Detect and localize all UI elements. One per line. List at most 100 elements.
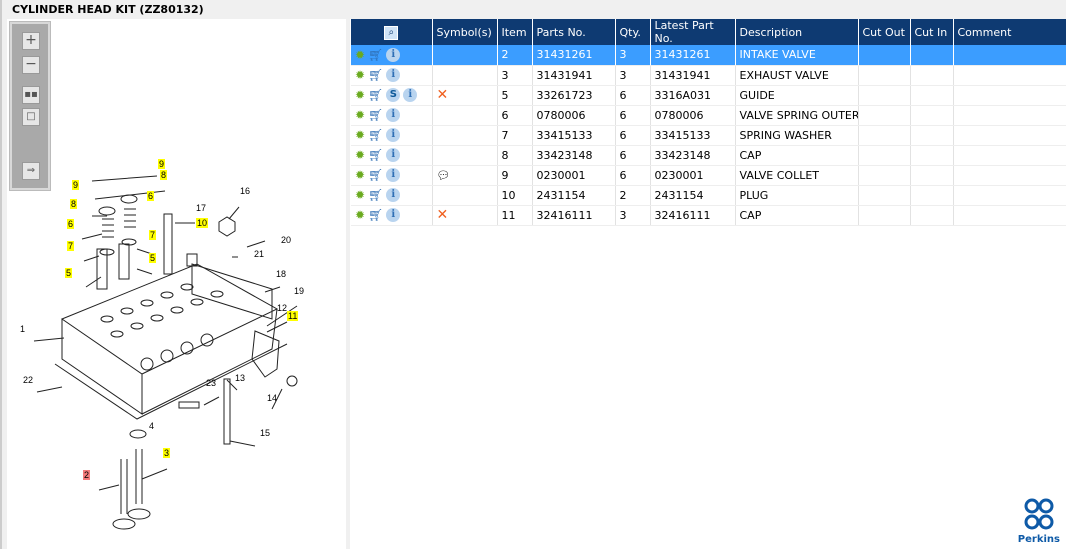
search-parts-icon[interactable]: ⌕ [384, 25, 399, 40]
symbols-cell [432, 185, 498, 206]
callout-13[interactable]: 13 [234, 373, 246, 383]
column-header[interactable]: Comment [953, 19, 1066, 45]
cart-icon[interactable]: 🛒︎ [368, 168, 383, 182]
table-row[interactable]: ✹ 🛒︎ i 2 31431261 3 31431261 INTAKE VALVE [351, 45, 1066, 66]
symbols-cell [432, 145, 498, 166]
callout-21[interactable]: 21 [253, 249, 265, 259]
info-icon[interactable]: i [403, 88, 418, 102]
qty-cell: 3 [615, 65, 651, 86]
cart-icon[interactable]: 🛒︎ [368, 188, 383, 202]
callout-19[interactable]: 19 [293, 286, 305, 296]
info-icon[interactable]: i [386, 108, 401, 122]
callout-14[interactable]: 14 [266, 393, 278, 403]
cart-icon[interactable]: 🛒︎ [368, 48, 383, 62]
column-header[interactable]: Item [497, 19, 533, 45]
column-header[interactable]: Qty. [615, 19, 651, 45]
cut-out-cell [858, 125, 911, 146]
cart-icon[interactable]: 🛒︎ [368, 148, 383, 162]
callout-7[interactable]: 7 [149, 230, 157, 240]
callout-20[interactable]: 20 [280, 235, 292, 245]
table-row[interactable]: ✹ 🛒︎ i 8 33423148 6 33423148 CAP [351, 145, 1066, 166]
column-header[interactable]: Latest Part No. [650, 19, 736, 45]
callout-16[interactable]: 16 [239, 186, 251, 196]
info-icon[interactable]: i [386, 47, 401, 62]
callout-5[interactable]: 5 [149, 253, 157, 263]
column-header[interactable]: Symbol(s) [432, 19, 498, 45]
export-icon[interactable]: ⇒ [22, 162, 40, 180]
column-header[interactable]: Cut Out [858, 19, 911, 45]
column-header-search[interactable]: ⌕ [351, 19, 433, 45]
zoom-out-icon[interactable]: − [22, 56, 40, 74]
callout-23[interactable]: 23 [205, 378, 217, 388]
qty-cell: 6 [615, 105, 651, 126]
callout-4[interactable]: 4 [148, 421, 155, 431]
column-header[interactable]: Cut In [910, 19, 954, 45]
gear-icon[interactable]: ✹ [355, 48, 365, 62]
column-header[interactable]: Description [735, 19, 859, 45]
gear-icon[interactable]: ✹ [355, 168, 365, 182]
gear-icon[interactable]: ✹ [355, 88, 365, 102]
callout-9[interactable]: 9 [158, 159, 166, 169]
callout-10[interactable]: 10 [196, 218, 209, 228]
symbols-cell [432, 125, 498, 146]
callout-15[interactable]: 15 [259, 428, 271, 438]
callout-18[interactable]: 18 [275, 269, 287, 279]
parts-list-panel: ⌕ Symbol(s) Item Parts No. Qty. Latest Part N… [350, 19, 1066, 549]
cart-icon[interactable]: 🛒︎ [368, 128, 383, 142]
info-icon[interactable]: i [386, 168, 401, 182]
info-icon[interactable]: i [386, 148, 401, 162]
diagram-panel[interactable]: 9 8 9 8 6 6 7 7 5 5 10 17 16 20 21 18 19 12 11 1 22 13 23 14 4 15… [7, 19, 346, 549]
cart-icon[interactable]: 🛒︎ [368, 108, 383, 122]
column-header[interactable]: Parts No. [532, 19, 616, 45]
cross-icon: ✕ [436, 87, 449, 103]
info-icon[interactable]: i [386, 68, 401, 82]
table-row[interactable]: ✹ 🛒︎ i 7 33415133 6 33415133 SPRING WASHER [351, 125, 1066, 146]
info-icon[interactable]: i [386, 208, 401, 222]
cut-in-cell [910, 105, 954, 126]
row-actions: ✹ 🛒︎ i [351, 105, 433, 126]
callout-3[interactable]: 3 [163, 448, 171, 458]
gear-icon[interactable]: ✹ [355, 188, 365, 202]
table-row[interactable]: ✹ 🛒︎ i 6 0780006 6 0780006 VALVE SPRING OU… [351, 105, 1066, 126]
table-row[interactable]: ✹ 🛒︎ i ✕ 11 32416111 3 32416111 CAP [351, 205, 1066, 226]
fit-icon[interactable]: ▪▪ [22, 86, 40, 104]
callout-7[interactable]: 7 [67, 241, 75, 251]
part-number-cell: 0230001 [532, 165, 616, 186]
cart-icon[interactable]: 🛒︎ [368, 208, 383, 222]
cart-icon[interactable]: 🛒︎ [368, 88, 383, 102]
callout-6[interactable]: 6 [147, 191, 155, 201]
gear-icon[interactable]: ✹ [355, 68, 365, 82]
callout-5[interactable]: 5 [65, 268, 73, 278]
callout-8[interactable]: 8 [70, 199, 78, 209]
callout-8[interactable]: 8 [160, 170, 168, 180]
cart-icon[interactable]: 🛒︎ [368, 68, 383, 82]
table-row[interactable]: ✹ 🛒︎ i 💬︎ 9 0230001 6 0230001 VALVE COLLET [351, 165, 1066, 186]
gear-icon[interactable]: ✹ [355, 148, 365, 162]
callout-1[interactable]: 1 [19, 324, 26, 334]
actual-size-icon[interactable]: □ [22, 108, 40, 126]
gear-icon[interactable]: ✹ [355, 208, 365, 222]
qty-cell: 3 [615, 205, 651, 226]
row-actions: ✹ 🛒︎ i [351, 45, 433, 66]
callout-11[interactable]: 11 [287, 311, 299, 321]
callout-17[interactable]: 17 [195, 203, 207, 213]
gear-icon[interactable]: ✹ [355, 128, 365, 142]
callout-9[interactable]: 9 [72, 180, 80, 190]
callout-2[interactable]: 2 [83, 470, 91, 480]
note-icon[interactable]: 💬︎ [437, 169, 451, 182]
comment-cell [953, 85, 1066, 106]
cut-out-cell [858, 45, 911, 66]
callout-22[interactable]: 22 [22, 375, 34, 385]
table-row[interactable]: ✹ 🛒︎ i 3 31431941 3 31431941 EXHAUST VALVE [351, 65, 1066, 86]
gear-icon[interactable]: ✹ [355, 108, 365, 122]
row-actions: ✹ 🛒︎ i [351, 185, 433, 206]
exploded-diagram [33, 175, 298, 530]
cut-in-cell [910, 125, 954, 146]
supersession-icon[interactable]: S [386, 88, 401, 102]
callout-6[interactable]: 6 [67, 219, 75, 229]
info-icon[interactable]: i [386, 188, 401, 202]
zoom-in-icon[interactable]: + [22, 32, 40, 50]
table-row[interactable]: ✹ 🛒︎ i 10 2431154 2 2431154 PLUG [351, 185, 1066, 206]
table-row[interactable]: ✹ 🛒︎ Si ✕ 5 33261723 6 3316A031 GUIDE [351, 85, 1066, 106]
info-icon[interactable]: i [386, 128, 401, 142]
